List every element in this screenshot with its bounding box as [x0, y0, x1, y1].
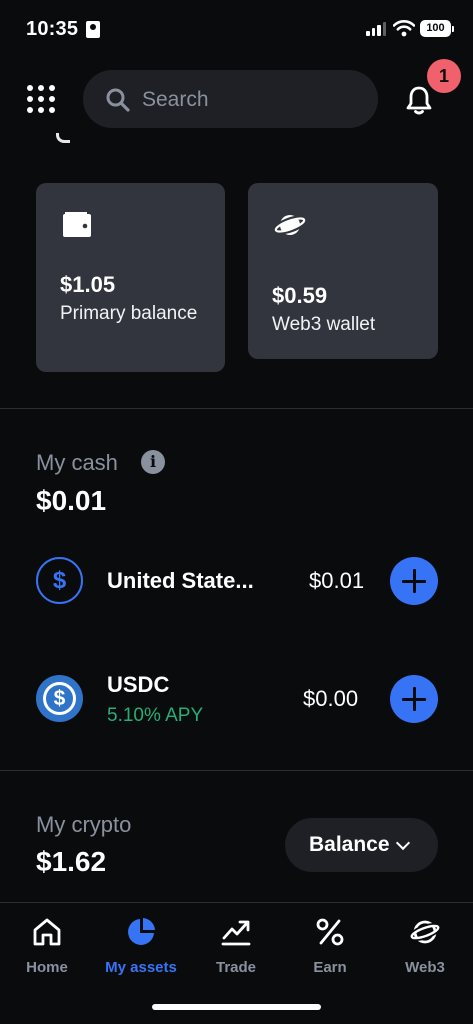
primary-balance-value: $1.05	[60, 272, 116, 297]
home-icon	[33, 918, 61, 946]
search-input[interactable]: Search	[83, 70, 378, 128]
tab-home[interactable]: Home	[0, 903, 94, 983]
primary-balance-label: Primary balance	[60, 303, 198, 324]
my-crypto-total: $1.62	[36, 846, 107, 877]
asset-name: United State...	[107, 568, 254, 593]
usdc-icon: $	[36, 675, 83, 722]
section-divider	[0, 408, 473, 409]
add-usd-button[interactable]	[390, 557, 438, 605]
usd-icon: $	[36, 557, 83, 604]
planet-icon	[274, 215, 306, 235]
tab-trade[interactable]: Trade	[189, 903, 283, 983]
notifications-bell-icon[interactable]	[403, 84, 435, 116]
planet-icon	[410, 920, 440, 944]
section-divider	[0, 770, 473, 771]
tab-label: Home	[26, 959, 68, 976]
my-cash-total: $0.01	[36, 485, 107, 516]
tab-earn[interactable]: Earn	[283, 903, 377, 983]
battery-icon: 100	[420, 20, 454, 37]
cellular-signal-icon	[366, 22, 386, 36]
asset-name: USDC	[107, 672, 170, 697]
trend-icon	[221, 920, 251, 946]
web3-wallet-card[interactable]: $0.59 Web3 wallet	[248, 183, 438, 359]
tab-label: Earn	[313, 959, 347, 976]
search-placeholder: Search	[142, 88, 209, 111]
add-usdc-button[interactable]	[390, 675, 438, 723]
tab-web3[interactable]: Web3	[378, 903, 472, 983]
web3-wallet-value: $0.59	[272, 283, 328, 308]
home-indicator[interactable]	[152, 1004, 321, 1010]
web3-wallet-label: Web3 wallet	[272, 314, 376, 335]
my-crypto-title: My crypto	[36, 812, 132, 837]
focus-id-icon	[86, 21, 100, 38]
asset-amount: $0.01	[309, 568, 365, 593]
tab-label: Trade	[215, 959, 257, 976]
sort-balance-button[interactable]: Balance	[285, 818, 438, 872]
wallet-icon	[63, 212, 91, 237]
status-time: 10:35	[26, 18, 79, 40]
percent-icon	[316, 918, 344, 946]
status-bar: 10:35 100	[0, 0, 473, 58]
tab-my-assets[interactable]: My assets	[94, 903, 188, 983]
tab-label: Web3	[405, 959, 445, 976]
notification-badge[interactable]: 1	[427, 59, 461, 93]
chevron-down-icon	[395, 835, 411, 851]
asset-amount: $0.00	[303, 686, 359, 711]
sort-balance-label: Balance	[309, 833, 390, 856]
asset-apy: 5.10% APY	[107, 705, 204, 726]
primary-balance-card[interactable]: $1.05 Primary balance	[36, 183, 225, 372]
pie-chart-icon	[128, 918, 155, 945]
search-icon	[106, 88, 130, 112]
apps-grid-icon[interactable]	[27, 85, 56, 114]
wifi-icon	[393, 20, 415, 37]
scrolled-text-fragment	[56, 133, 70, 143]
tab-label: My assets	[105, 959, 177, 976]
info-icon[interactable]: i	[141, 450, 165, 474]
my-cash-title: My cash	[36, 450, 118, 475]
